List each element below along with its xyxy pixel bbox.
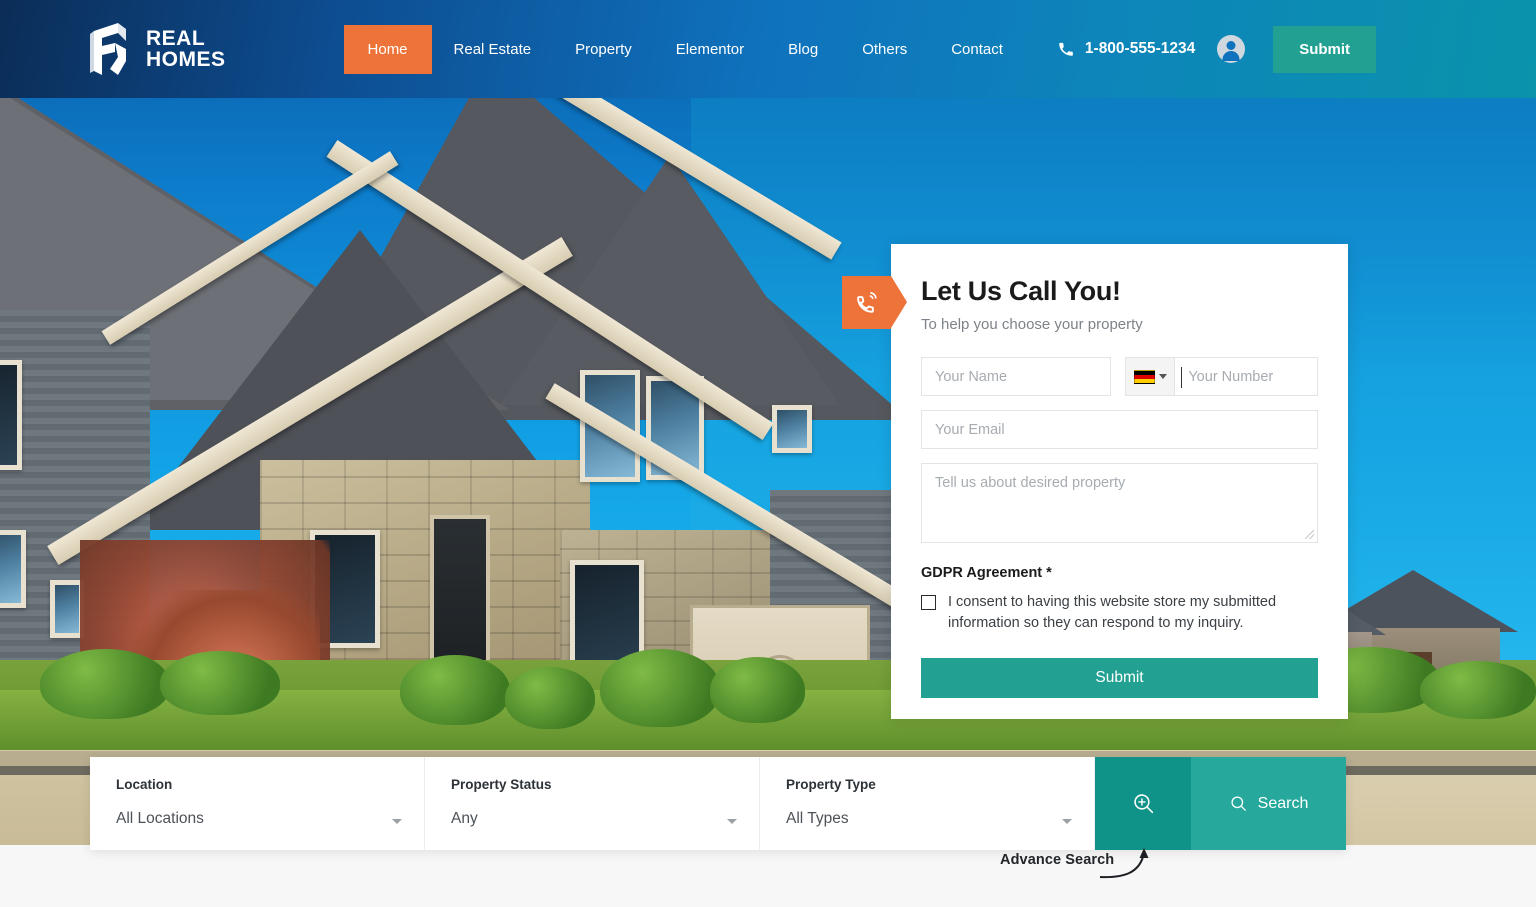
curved-arrow-up-icon [1099, 848, 1149, 879]
gdpr-consent-row: I consent to having this website store m… [921, 592, 1318, 635]
shrub-7 [1420, 661, 1536, 719]
form-submit-button[interactable]: Submit [921, 657, 1318, 698]
chevron-down-icon [1062, 819, 1072, 824]
email-input[interactable]: Your Email [921, 410, 1318, 449]
search-button[interactable]: Search [1191, 757, 1346, 850]
shrub-4 [710, 657, 805, 723]
logo-line-2: HOMES [146, 48, 226, 71]
location-label: Location [116, 777, 173, 792]
phone-number: 1-800-555-1234 [1084, 40, 1196, 57]
main-navigation: Home Real Estate Property Elementor Blog… [343, 24, 1025, 74]
resize-handle-icon[interactable] [1305, 530, 1314, 539]
country-flag-select[interactable] [1125, 357, 1175, 396]
house-illustration [0, 0, 970, 820]
card-title: Let Us Call You! [921, 276, 1121, 306]
phone-number-input[interactable]: Your Number [1174, 357, 1318, 396]
shrub-8 [40, 649, 170, 719]
property-type-value: All Types [786, 810, 849, 827]
header-submit-button[interactable]: Submit [1273, 25, 1377, 73]
search-button-label: Search [1257, 794, 1309, 812]
chevron-down-icon [1158, 374, 1167, 379]
window-1 [0, 360, 22, 470]
property-search-bar: Location All Locations Property Status A… [90, 757, 1346, 850]
property-status-value: Any [451, 810, 478, 827]
search-field-location[interactable]: Location All Locations [90, 757, 425, 850]
page-root: REAL HOMES Home Real Estate Property Ele… [0, 0, 1536, 907]
phone-ringing-badge [842, 276, 907, 329]
site-header: REAL HOMES Home Real Estate Property Ele… [0, 0, 1536, 98]
nav-item-others[interactable]: Others [840, 25, 929, 74]
chevron-down-icon [727, 819, 737, 824]
search-field-property-type[interactable]: Property Type All Types [760, 757, 1095, 850]
gdpr-consent-text: I consent to having this website store m… [948, 594, 1277, 632]
card-subtitle: To help you choose your property [921, 316, 1143, 333]
message-textarea[interactable]: Tell us about desired property [921, 463, 1318, 543]
real-homes-logo-icon [88, 21, 132, 77]
nav-item-elementor[interactable]: Elementor [654, 25, 766, 74]
shrub-9 [160, 651, 280, 715]
name-phone-row: Your Name Your Number [921, 357, 1318, 396]
phone-number-placeholder: Your Number [1188, 368, 1274, 385]
user-account-icon[interactable] [1217, 35, 1246, 63]
message-placeholder: Tell us about desired property [935, 475, 1126, 491]
window-7 [772, 405, 812, 453]
search-field-property-status[interactable]: Property Status Any [425, 757, 760, 850]
nav-item-home[interactable]: Home [343, 24, 432, 74]
shrub-1 [400, 655, 510, 725]
chevron-down-icon [392, 819, 402, 824]
let-us-call-you-card: Let Us Call You! To help you choose your… [842, 244, 1348, 719]
advance-search-button[interactable] [1095, 757, 1191, 850]
gdpr-title: GDPR Agreement * [921, 565, 1052, 581]
shrub-2 [505, 667, 595, 729]
germany-flag-icon [1133, 369, 1155, 384]
search-icon [1231, 796, 1246, 811]
phone-icon [1059, 42, 1073, 56]
nav-item-real-estate[interactable]: Real Estate [432, 25, 554, 74]
gdpr-checkbox[interactable] [921, 595, 936, 610]
location-value: All Locations [116, 810, 204, 827]
magnifier-plus-icon [1133, 794, 1153, 814]
header-phone[interactable]: 1-800-555-1234 [1057, 40, 1195, 58]
nav-item-contact[interactable]: Contact [929, 25, 1025, 74]
logo[interactable]: REAL HOMES [88, 21, 226, 77]
phone-input-group: Your Number [1125, 357, 1318, 396]
property-status-label: Property Status [451, 777, 552, 792]
phone-ringing-icon [856, 291, 877, 313]
window-3 [50, 580, 84, 638]
logo-line-1: REAL [146, 27, 206, 50]
name-input[interactable]: Your Name [921, 357, 1112, 396]
window-2 [0, 530, 26, 608]
property-type-label: Property Type [786, 777, 876, 792]
shrub-3 [600, 649, 720, 727]
nav-item-blog[interactable]: Blog [766, 25, 840, 74]
logo-text: REAL HOMES [146, 28, 226, 70]
nav-item-property[interactable]: Property [553, 25, 654, 74]
text-cursor [1181, 367, 1183, 388]
